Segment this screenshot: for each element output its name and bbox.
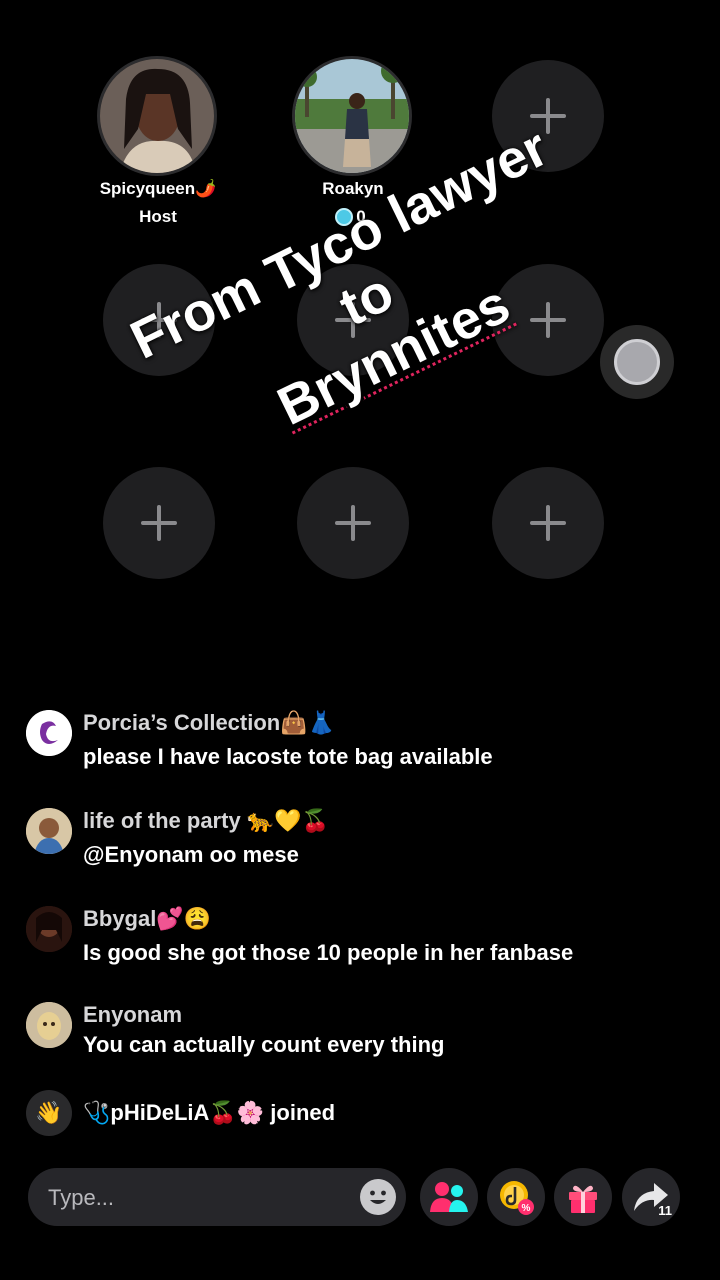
coins-button[interactable]: % <box>487 1168 545 1226</box>
comment-item: life of the party 🐆💛🍒 @Enyonam oo mese <box>26 808 700 878</box>
floating-assistive-button[interactable] <box>600 325 674 399</box>
plus-icon <box>141 505 177 541</box>
guests-button[interactable] <box>420 1168 478 1226</box>
plus-icon <box>530 505 566 541</box>
comment-text: @Enyonam oo mese <box>83 842 299 867</box>
comment-input-bar[interactable] <box>28 1168 406 1228</box>
guest-avatar[interactable] <box>292 56 412 176</box>
assistive-dot-icon <box>614 339 660 385</box>
commenter-avatar[interactable] <box>26 808 72 854</box>
comment-input[interactable] <box>46 1168 350 1228</box>
tiktok-coin-icon: % <box>500 1181 534 1215</box>
empty-slot-7[interactable] <box>492 467 604 579</box>
share-count: 11 <box>658 1203 672 1218</box>
comment-text: please I have lacoste tote bag available <box>83 744 493 769</box>
empty-slot-6[interactable] <box>297 467 409 579</box>
commenter-avatar[interactable] <box>26 710 72 756</box>
host-role: Host <box>139 207 177 226</box>
comment-text: You can actually count every thing <box>83 1032 445 1057</box>
plus-icon <box>335 505 371 541</box>
commenter-avatar[interactable] <box>26 1002 72 1048</box>
commenter-avatar[interactable] <box>26 906 72 952</box>
host-avatar[interactable] <box>97 56 217 176</box>
comment-item: Porcia’s Collection👜👗 please I have laco… <box>26 710 700 780</box>
gift-icon <box>569 1185 597 1213</box>
comment-item: Enyonam You can actually count every thi… <box>26 1002 700 1062</box>
gift-button[interactable] <box>554 1168 612 1226</box>
svg-text:%: % <box>522 1203 531 1214</box>
host-name: Spicyqueen🌶️ <box>99 179 217 198</box>
comment-username: Bbygal💕😩 <box>83 906 212 931</box>
comment-item: Bbygal💕😩 Is good she got those 10 people… <box>26 906 700 976</box>
join-text: 🩺pHiDeLiA🍒🌸 joined <box>83 1100 336 1125</box>
comment-username: Enyonam <box>83 1002 183 1027</box>
wave-icon: 👋 <box>26 1090 72 1136</box>
comment-username: life of the party 🐆💛🍒 <box>83 808 329 833</box>
emoji-icon[interactable] <box>360 1179 396 1215</box>
people-icon <box>430 1182 468 1212</box>
comment-text: Is good she got those 10 people in her f… <box>83 940 574 965</box>
comment-username: Porcia’s Collection👜👗 <box>83 710 336 735</box>
share-button[interactable]: 11 <box>622 1168 680 1226</box>
